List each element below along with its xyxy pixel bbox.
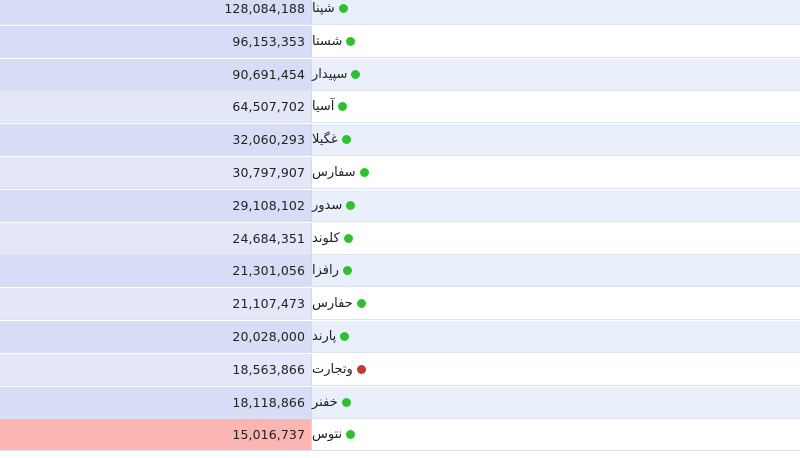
status-dot-icon	[346, 201, 356, 210]
name-cell[interactable]: غگیلا	[312, 124, 800, 155]
table-row[interactable]: 29,108,102 سدور	[0, 190, 800, 222]
value-cell: 96,153,353	[0, 26, 312, 57]
name-cell[interactable]: حفارس	[312, 288, 800, 319]
symbol-name: خفنر	[312, 395, 338, 410]
value-cell: 128,084,188	[0, 0, 312, 24]
table-row[interactable]: 15,016,737 نتوس	[0, 419, 800, 451]
status-dot-icon	[342, 266, 352, 275]
table-row[interactable]: 20,028,000 پارند	[0, 321, 800, 353]
table-row[interactable]: 21,107,473 حفارس	[0, 288, 800, 320]
name-cell[interactable]: شستا	[312, 26, 800, 57]
name-cell[interactable]: سدور	[312, 190, 800, 221]
name-cell[interactable]: سفارس	[312, 157, 800, 188]
table-row[interactable]: 128,084,188 شپنا	[0, 0, 800, 25]
status-dot-icon	[356, 365, 366, 374]
table-row[interactable]: 30,797,907 سفارس	[0, 157, 800, 189]
symbol-name: شستا	[312, 34, 343, 49]
status-dot-icon	[359, 168, 369, 177]
table-row[interactable]: 32,060,293 غگیلا	[0, 124, 800, 156]
name-cell[interactable]: خفنر	[312, 387, 800, 418]
table-row[interactable]: 18,118,866 خفنر	[0, 387, 800, 419]
value-cell: 24,684,351	[0, 223, 312, 254]
name-cell[interactable]: کلوند	[312, 223, 800, 254]
symbol-name: شپنا	[312, 1, 335, 16]
status-dot-icon	[341, 135, 351, 144]
status-dot-icon	[341, 398, 351, 407]
table-row[interactable]: 21,301,056 رافزا	[0, 255, 800, 287]
status-dot-icon	[340, 332, 350, 341]
symbol-name: نتوس	[312, 427, 343, 442]
name-cell[interactable]: سپیدار	[312, 59, 800, 90]
table-row[interactable]: 64,507,702 آسیا	[0, 91, 800, 123]
name-cell[interactable]: نتوس	[312, 419, 800, 450]
name-cell[interactable]: شپنا	[312, 0, 800, 24]
value-cell: 30,797,907	[0, 157, 312, 188]
symbol-name: وتجارت	[312, 362, 353, 377]
status-dot-icon	[351, 70, 361, 79]
value-cell: 64,507,702	[0, 91, 312, 122]
symbol-name: سپیدار	[312, 67, 348, 82]
status-dot-icon	[356, 299, 366, 308]
symbol-name: غگیلا	[312, 132, 338, 147]
stock-value-table: 128,084,188 شپنا 96,153,353 شستا 90,691,454 س…	[0, 0, 800, 458]
symbol-name: حفارس	[312, 296, 353, 311]
value-cell: 18,118,866	[0, 387, 312, 418]
value-cell: 15,016,737	[0, 419, 312, 450]
value-cell: 29,108,102	[0, 190, 312, 221]
value-cell: 20,028,000	[0, 321, 312, 352]
status-dot-icon	[346, 430, 356, 439]
symbol-name: آسیا	[312, 99, 335, 114]
status-dot-icon	[346, 37, 356, 46]
value-cell: 90,691,454	[0, 59, 312, 90]
table-row[interactable]: 24,684,351 کلوند	[0, 223, 800, 255]
table-row[interactable]: 96,153,353 شستا	[0, 26, 800, 58]
value-cell: 18,563,866	[0, 354, 312, 385]
status-dot-icon	[343, 234, 353, 243]
symbol-name: سدور	[312, 198, 343, 213]
name-cell[interactable]: آسیا	[312, 91, 800, 122]
symbol-name: کلوند	[312, 231, 340, 246]
name-cell[interactable]: وتجارت	[312, 354, 800, 385]
value-cell: 21,107,473	[0, 288, 312, 319]
table-row[interactable]: 90,691,454 سپیدار	[0, 59, 800, 91]
status-dot-icon	[338, 4, 348, 13]
symbol-name: پارند	[312, 329, 337, 344]
status-dot-icon	[338, 102, 348, 111]
symbol-name: سفارس	[312, 165, 356, 180]
symbol-name: رافزا	[312, 263, 339, 278]
value-cell: 32,060,293	[0, 124, 312, 155]
table-row[interactable]: 18,563,866 وتجارت	[0, 354, 800, 386]
name-cell[interactable]: رافزا	[312, 255, 800, 286]
value-cell: 21,301,056	[0, 255, 312, 286]
name-cell[interactable]: پارند	[312, 321, 800, 352]
